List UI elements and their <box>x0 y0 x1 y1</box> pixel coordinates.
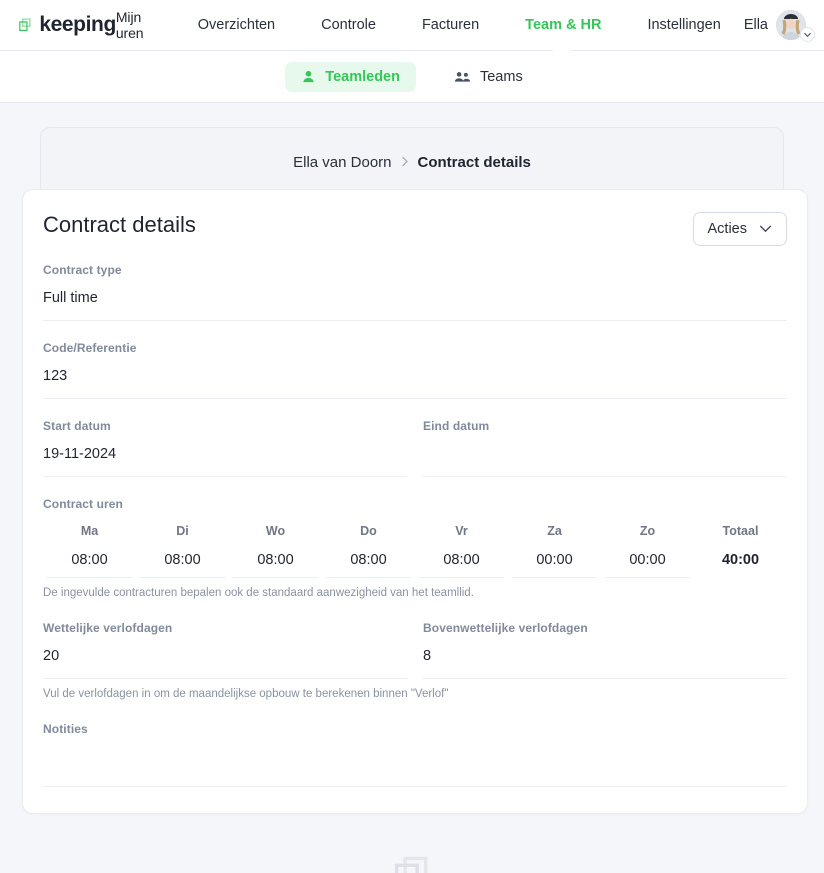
app-page: keeping Mijn uren Overzichten Controle F… <box>0 0 824 873</box>
field-notities: Notities <box>43 722 787 787</box>
field-wettelijke-verlofdagen-value[interactable]: 20 <box>43 648 407 666</box>
leave-helper: Vul de verlofdagen in om de maandelijkse… <box>43 688 449 700</box>
main-nav: Overzichten Controle Facturen Team & HR … <box>175 17 744 33</box>
brand-logo[interactable]: keeping Mijn uren <box>18 9 153 41</box>
user-name: Ella <box>743 17 768 33</box>
user-menu-chevron[interactable] <box>800 27 815 42</box>
date-row: Start datum 19-11-2024 Eind datum <box>43 419 787 477</box>
nav-item-controle[interactable]: Controle <box>298 17 399 33</box>
brand-subtitle: Mijn uren <box>115 9 144 41</box>
contract-hours-helper: De ingevulde contracturen bepalen ook de… <box>43 587 474 599</box>
footer-logo <box>0 855 824 873</box>
field-bovenwettelijke-verlofdagen-label: Bovenwettelijke verlofdagen <box>423 621 588 635</box>
hours-col-vr: Vr 08:00 <box>415 524 508 578</box>
field-code-referentie-label: Code/Referentie <box>43 341 137 355</box>
sub-tab-bar: Teamleden Teams <box>0 51 824 103</box>
keeping-logo-icon <box>19 18 31 31</box>
acties-button[interactable]: Acties <box>692 212 787 246</box>
brand-name: keeping <box>39 13 116 36</box>
hours-day-za: Za <box>547 524 562 538</box>
tab-teams-label: Teams <box>479 68 523 85</box>
field-notities-value[interactable] <box>43 749 787 787</box>
breadcrumb-parent[interactable]: Ella van Doorn <box>293 154 391 171</box>
field-start-datum-label: Start datum <box>43 419 111 433</box>
card-header: Contract details Acties <box>43 212 787 246</box>
hours-col-totaal: Totaal 40:00 <box>694 524 787 578</box>
nav-item-team-hr[interactable]: Team & HR <box>502 17 624 33</box>
nav-item-facturen[interactable]: Facturen <box>399 17 502 33</box>
hours-total-label: Totaal <box>722 524 759 538</box>
person-icon <box>303 70 314 83</box>
contract-details-card: Contract details Acties Contract type Fu… <box>22 189 808 814</box>
leave-row: Wettelijke verlofdagen 20 Bovenwettelijk… <box>43 621 787 679</box>
field-start-datum: Start datum 19-11-2024 <box>43 419 415 477</box>
tab-teamleden[interactable]: Teamleden <box>285 61 416 92</box>
hours-value-di[interactable]: 08:00 <box>140 552 225 578</box>
field-notities-label: Notities <box>43 722 88 736</box>
hours-value-wo[interactable]: 08:00 <box>233 552 318 578</box>
field-start-datum-value[interactable]: 19-11-2024 <box>43 446 407 464</box>
user-menu[interactable]: Ella <box>743 10 815 42</box>
field-bovenwettelijke-verlofdagen: Bovenwettelijke verlofdagen 8 <box>415 621 787 679</box>
hours-value-ma[interactable]: 08:00 <box>47 552 132 578</box>
contract-hours-section: Contract uren Ma 08:00 Di 08:00 Wo 08:00… <box>43 497 787 599</box>
page-title: Contract details <box>43 212 196 237</box>
hours-day-wo: Wo <box>265 524 286 538</box>
field-eind-datum-label: Eind datum <box>423 419 490 433</box>
chevron-down-icon <box>759 225 772 233</box>
hours-day-di: Di <box>176 524 189 538</box>
hours-col-wo: Wo 08:00 <box>229 524 322 578</box>
people-icon <box>454 72 471 82</box>
hours-day-vr: Vr <box>455 524 468 538</box>
field-code-referentie: Code/Referentie 123 <box>43 341 787 399</box>
tab-teamleden-label: Teamleden <box>325 68 400 85</box>
field-wettelijke-verlofdagen: Wettelijke verlofdagen 20 <box>43 621 415 679</box>
hours-day-ma: Ma <box>80 524 99 538</box>
tab-teams[interactable]: Teams <box>438 62 539 92</box>
chevron-down-icon <box>804 32 811 38</box>
field-eind-datum-value[interactable] <box>423 446 787 464</box>
contract-hours-label: Contract uren <box>43 497 123 511</box>
acties-button-label: Acties <box>707 221 748 237</box>
top-navigation-bar: keeping Mijn uren Overzichten Controle F… <box>0 0 824 51</box>
active-nav-notch <box>552 42 572 51</box>
hours-col-di: Di 08:00 <box>136 524 229 578</box>
breadcrumb-current: Contract details <box>417 154 531 171</box>
field-contract-type: Contract type Full time <box>43 263 787 321</box>
hours-total-value: 40:00 <box>721 552 760 568</box>
hours-value-za[interactable]: 00:00 <box>512 552 597 578</box>
hours-col-ma: Ma 08:00 <box>43 524 136 578</box>
contract-hours-grid: Ma 08:00 Di 08:00 Wo 08:00 Do 08:00 Vr 0… <box>43 524 787 578</box>
hours-col-za: Za 00:00 <box>508 524 601 578</box>
field-bovenwettelijke-verlofdagen-value[interactable]: 8 <box>423 648 787 666</box>
field-eind-datum: Eind datum <box>415 419 787 477</box>
hours-value-do[interactable]: 08:00 <box>326 552 411 578</box>
hours-value-vr[interactable]: 08:00 <box>419 552 504 578</box>
keeping-logo-icon <box>394 856 428 873</box>
chevron-right-icon <box>401 155 409 170</box>
field-wettelijke-verlofdagen-label: Wettelijke verlofdagen <box>43 621 173 635</box>
hours-col-do: Do 08:00 <box>322 524 415 578</box>
field-code-referentie-value[interactable]: 123 <box>43 368 787 386</box>
hours-col-zo: Zo 00:00 <box>601 524 694 578</box>
hours-day-do: Do <box>360 524 377 538</box>
hours-day-zo: Zo <box>639 524 656 538</box>
hours-value-zo[interactable]: 00:00 <box>605 552 690 578</box>
field-contract-type-label: Contract type <box>43 263 122 277</box>
nav-item-instellingen[interactable]: Instellingen <box>624 17 743 33</box>
field-contract-type-value[interactable]: Full time <box>43 290 787 308</box>
nav-item-overzichten[interactable]: Overzichten <box>175 17 298 33</box>
